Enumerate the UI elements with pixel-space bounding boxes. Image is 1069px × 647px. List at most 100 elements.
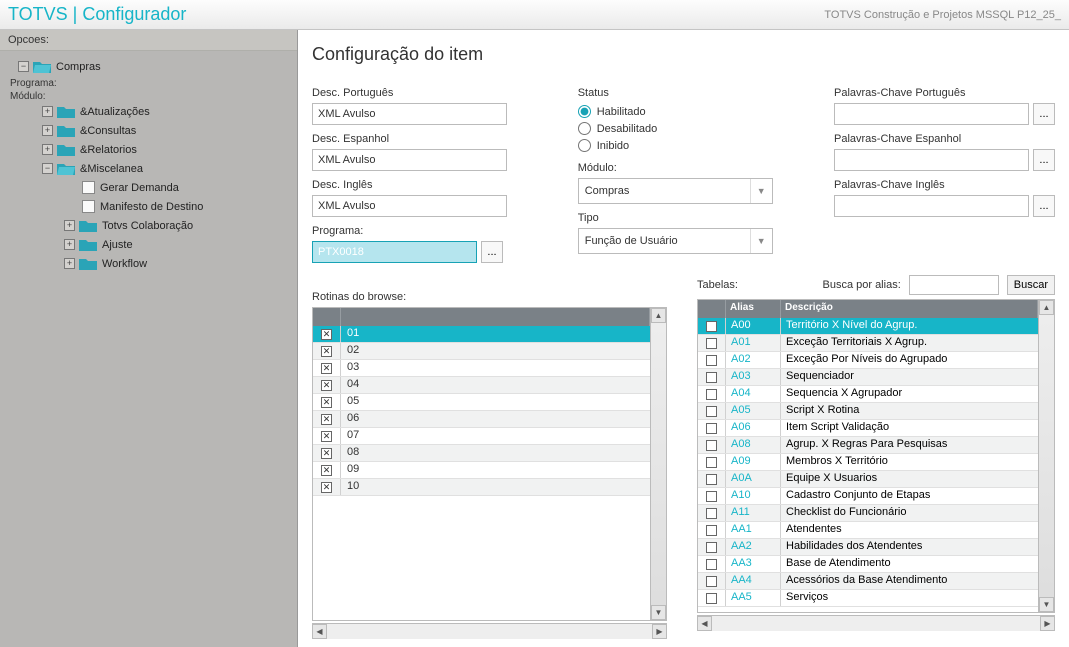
tabela-row[interactable]: AA3Base de Atendimento bbox=[698, 556, 1038, 573]
status-desabilitado[interactable]: Desabilitado bbox=[578, 120, 804, 137]
plus-icon[interactable]: + bbox=[64, 239, 75, 250]
tree-node-manifesto-de-destino[interactable]: Manifesto de Destino bbox=[4, 197, 293, 216]
tabela-row[interactable]: AA1Atendentes bbox=[698, 522, 1038, 539]
tabela-row[interactable]: A03Sequenciador bbox=[698, 369, 1038, 386]
tree-root-compras[interactable]: − Compras bbox=[4, 57, 293, 76]
col-alias[interactable]: Alias bbox=[726, 300, 781, 318]
row-checkbox[interactable] bbox=[313, 326, 341, 342]
programa-input[interactable] bbox=[312, 241, 477, 263]
kw-es-input[interactable] bbox=[834, 149, 1029, 171]
kw-en-input[interactable] bbox=[834, 195, 1029, 217]
minus-icon[interactable]: − bbox=[42, 163, 53, 174]
row-checkbox[interactable] bbox=[313, 462, 341, 478]
row-checkbox[interactable] bbox=[698, 437, 726, 453]
scroll-left-icon[interactable]: ◀ bbox=[697, 616, 712, 631]
radio-icon[interactable] bbox=[578, 139, 591, 152]
col-descricao[interactable]: Descrição bbox=[781, 300, 1038, 318]
tabela-row[interactable]: A11Checklist do Funcionário bbox=[698, 505, 1038, 522]
row-checkbox[interactable] bbox=[698, 539, 726, 555]
tree-node-ajuste[interactable]: +Ajuste bbox=[4, 235, 293, 254]
tabela-row[interactable]: AA2Habilidades dos Atendentes bbox=[698, 539, 1038, 556]
row-checkbox[interactable] bbox=[313, 360, 341, 376]
tabela-row[interactable]: A02Exceção Por Níveis do Agrupado bbox=[698, 352, 1038, 369]
row-checkbox[interactable] bbox=[698, 420, 726, 436]
rotinas-row[interactable]: 10 bbox=[313, 479, 650, 496]
tabela-row[interactable]: AA5Serviços bbox=[698, 590, 1038, 607]
rotinas-row[interactable]: 06 bbox=[313, 411, 650, 428]
row-checkbox[interactable] bbox=[698, 590, 726, 606]
desc-en-input[interactable] bbox=[312, 195, 507, 217]
rotinas-row[interactable]: 08 bbox=[313, 445, 650, 462]
tree-node-workflow[interactable]: +Workflow bbox=[4, 254, 293, 273]
plus-icon[interactable]: + bbox=[64, 220, 75, 231]
row-checkbox[interactable] bbox=[698, 386, 726, 402]
rotinas-row[interactable]: 03 bbox=[313, 360, 650, 377]
row-checkbox[interactable] bbox=[698, 556, 726, 572]
scroll-up-icon[interactable]: ▲ bbox=[651, 308, 666, 323]
tree-node-consultas[interactable]: + &Consultas bbox=[4, 121, 293, 140]
tabela-row[interactable]: A09Membros X Território bbox=[698, 454, 1038, 471]
plus-icon[interactable]: + bbox=[42, 125, 53, 136]
tabela-row[interactable]: A01Exceção Territoriais X Agrup. bbox=[698, 335, 1038, 352]
tree-node-gerar-demanda[interactable]: Gerar Demanda bbox=[4, 178, 293, 197]
tabela-row[interactable]: A10Cadastro Conjunto de Etapas bbox=[698, 488, 1038, 505]
radio-icon[interactable] bbox=[578, 122, 591, 135]
kw-es-lookup-button[interactable]: ... bbox=[1033, 149, 1055, 171]
buscar-button[interactable]: Buscar bbox=[1007, 275, 1055, 295]
row-checkbox[interactable] bbox=[313, 479, 341, 495]
row-checkbox[interactable] bbox=[698, 522, 726, 538]
tabela-row[interactable]: A05Script X Rotina bbox=[698, 403, 1038, 420]
rotinas-row[interactable]: 01 bbox=[313, 326, 650, 343]
tabela-row[interactable]: A06Item Script Validação bbox=[698, 420, 1038, 437]
row-checkbox[interactable] bbox=[698, 369, 726, 385]
row-checkbox[interactable] bbox=[313, 445, 341, 461]
rotinas-row[interactable]: 07 bbox=[313, 428, 650, 445]
scroll-right-icon[interactable]: ▶ bbox=[652, 624, 667, 639]
tabela-row[interactable]: A00Território X Nível do Agrup. bbox=[698, 318, 1038, 335]
tree-node-miscelanea[interactable]: − &Miscelanea bbox=[4, 159, 293, 178]
row-checkbox[interactable] bbox=[698, 403, 726, 419]
tabelas-scrollbar[interactable]: ▲ ▼ bbox=[1038, 300, 1054, 612]
desc-pt-input[interactable] bbox=[312, 103, 507, 125]
status-inibido[interactable]: Inibido bbox=[578, 137, 804, 154]
plus-icon[interactable]: + bbox=[42, 144, 53, 155]
minus-icon[interactable]: − bbox=[18, 61, 29, 72]
kw-en-lookup-button[interactable]: ... bbox=[1033, 195, 1055, 217]
plus-icon[interactable]: + bbox=[64, 258, 75, 269]
kw-pt-lookup-button[interactable]: ... bbox=[1033, 103, 1055, 125]
row-checkbox[interactable] bbox=[698, 454, 726, 470]
scroll-down-icon[interactable]: ▼ bbox=[651, 605, 666, 620]
row-checkbox[interactable] bbox=[698, 335, 726, 351]
scroll-down-icon[interactable]: ▼ bbox=[1039, 597, 1054, 612]
rotinas-row[interactable]: 02 bbox=[313, 343, 650, 360]
rotinas-row[interactable]: 05 bbox=[313, 394, 650, 411]
tipo-select[interactable]: Função de Usuário ▼ bbox=[578, 228, 773, 254]
row-checkbox[interactable] bbox=[698, 318, 726, 334]
row-checkbox[interactable] bbox=[698, 352, 726, 368]
tabela-row[interactable]: A0AEquipe X Usuarios bbox=[698, 471, 1038, 488]
rotinas-hscroll[interactable]: ◀ ▶ bbox=[312, 623, 667, 639]
tabela-row[interactable]: A08Agrup. X Regras Para Pesquisas bbox=[698, 437, 1038, 454]
row-checkbox[interactable] bbox=[698, 488, 726, 504]
tabelas-hscroll[interactable]: ◀ ▶ bbox=[697, 615, 1055, 631]
row-checkbox[interactable] bbox=[698, 505, 726, 521]
tree-node-relatorios[interactable]: + &Relatorios bbox=[4, 140, 293, 159]
status-habilitado[interactable]: Habilitado bbox=[578, 103, 804, 120]
scroll-up-icon[interactable]: ▲ bbox=[1039, 300, 1054, 315]
row-checkbox[interactable] bbox=[698, 471, 726, 487]
programa-lookup-button[interactable]: ... bbox=[481, 241, 503, 263]
rotinas-row[interactable]: 09 bbox=[313, 462, 650, 479]
row-checkbox[interactable] bbox=[313, 343, 341, 359]
desc-es-input[interactable] bbox=[312, 149, 507, 171]
tree-node-atualizacoes[interactable]: + &Atualizações bbox=[4, 102, 293, 121]
tree-node-totvs-colaboração[interactable]: +Totvs Colaboração bbox=[4, 216, 293, 235]
kw-pt-input[interactable] bbox=[834, 103, 1029, 125]
row-checkbox[interactable] bbox=[313, 394, 341, 410]
row-checkbox[interactable] bbox=[698, 573, 726, 589]
row-checkbox[interactable] bbox=[313, 428, 341, 444]
rotinas-row[interactable]: 04 bbox=[313, 377, 650, 394]
row-checkbox[interactable] bbox=[313, 377, 341, 393]
radio-icon[interactable] bbox=[578, 105, 591, 118]
tabela-row[interactable]: AA4Acessórios da Base Atendimento bbox=[698, 573, 1038, 590]
modulo-select[interactable]: Compras ▼ bbox=[578, 178, 773, 204]
